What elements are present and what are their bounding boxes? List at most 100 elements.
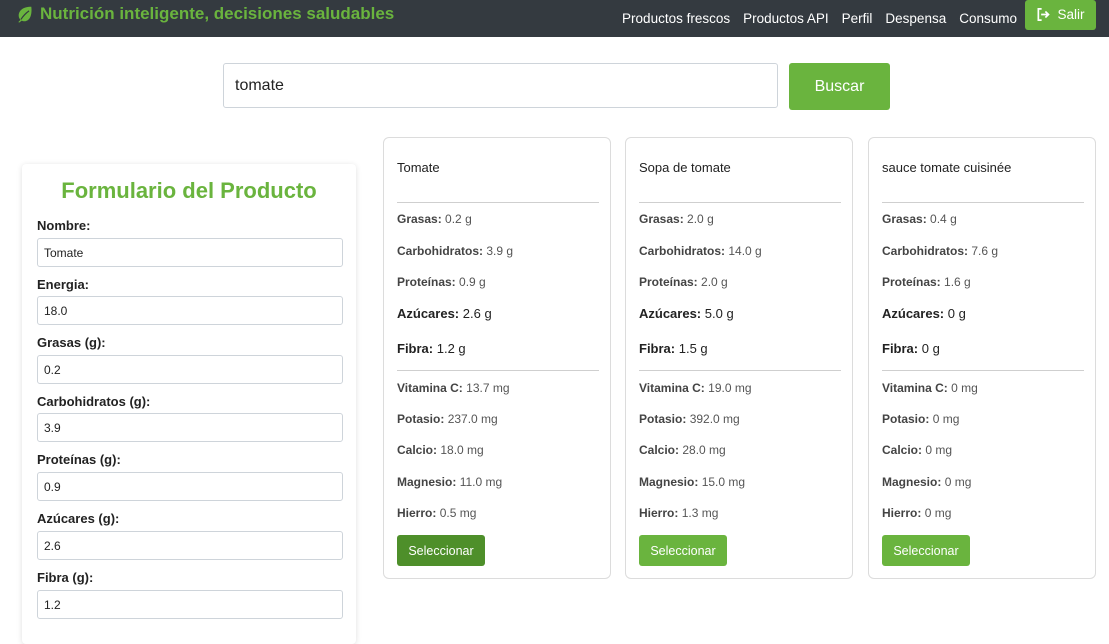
- leaf-icon: [18, 6, 32, 23]
- sugar-value: 5.0 g: [704, 306, 734, 321]
- vitamin-c-row-label: Vitamina C:: [882, 381, 948, 395]
- protein-row-label: Proteínas:: [639, 275, 698, 289]
- protein-value: 2.0 g: [701, 275, 728, 289]
- vitamin-c-value: 0 mg: [951, 381, 978, 395]
- search-input[interactable]: [223, 63, 778, 108]
- iron-value: 1.3 mg: [681, 506, 719, 520]
- magnesium-row: Magnesio: 15.0 mg: [639, 475, 745, 489]
- energy-field[interactable]: [37, 296, 343, 325]
- iron-row: Hierro: 0.5 mg: [397, 506, 476, 520]
- fat-row-label: Grasas:: [639, 212, 684, 226]
- protein-value: 1.6 g: [944, 275, 971, 289]
- fat-value: 0.4 g: [930, 212, 957, 226]
- form-title: Formulario del Producto: [61, 178, 317, 203]
- fiber-value: 1.5 g: [678, 341, 708, 356]
- magnesium-row-label: Magnesio:: [397, 475, 457, 489]
- iron-row-label: Hierro:: [882, 506, 922, 520]
- sugar-row-label: Azúcares:: [639, 306, 702, 321]
- nav-link-consumo[interactable]: Consumo: [959, 11, 1017, 26]
- magnesium-value: 11.0 mg: [459, 475, 503, 489]
- fiber-value: 1.2 g: [436, 341, 466, 356]
- navbar: Nutrición inteligente, decisiones saluda…: [0, 0, 1109, 37]
- search-button[interactable]: Buscar: [789, 63, 890, 110]
- potassium-row-label: Potasio:: [639, 412, 687, 426]
- carbs-field[interactable]: [37, 413, 343, 442]
- carbs-row-label: Carbohidratos:: [639, 244, 726, 258]
- protein-field[interactable]: [37, 472, 343, 501]
- nav-link-despensa[interactable]: Despensa: [885, 11, 946, 26]
- product-name: Sopa de tomate: [639, 160, 731, 175]
- logout-button[interactable]: Salir: [1025, 0, 1096, 30]
- fat-label: Grasas (g):: [37, 335, 106, 350]
- fat-row-label: Grasas:: [397, 212, 442, 226]
- brand-title: Nutrición inteligente, decisiones saluda…: [40, 4, 395, 23]
- fiber-row-label: Fibra:: [397, 341, 434, 356]
- nav-link-productos-api[interactable]: Productos API: [743, 11, 829, 26]
- calcium-value: 28.0 mg: [682, 443, 726, 457]
- potassium-value: 392.0 mg: [689, 412, 740, 426]
- name-field[interactable]: [37, 238, 343, 267]
- sugar-row: Azúcares: 5.0 g: [639, 306, 734, 321]
- protein-value: 0.9 g: [459, 275, 486, 289]
- brand[interactable]: Nutrición inteligente, decisiones saluda…: [16, 4, 394, 24]
- carbs-row: Carbohidratos: 14.0 g: [639, 244, 762, 258]
- select-button[interactable]: Seleccionar: [882, 535, 970, 566]
- vitamin-c-row: Vitamina C: 13.7 mg: [397, 381, 510, 395]
- fat-field[interactable]: [37, 355, 343, 384]
- select-button[interactable]: Seleccionar: [397, 535, 485, 566]
- fiber-value: 0 g: [921, 341, 940, 356]
- magnesium-row: Magnesio: 11.0 mg: [397, 475, 502, 489]
- sugar-row: Azúcares: 2.6 g: [397, 306, 492, 321]
- sugar-field[interactable]: [37, 531, 343, 560]
- magnesium-row-label: Magnesio:: [639, 475, 699, 489]
- vitamin-c-row: Vitamina C: 0 mg: [882, 381, 978, 395]
- iron-row: Hierro: 1.3 mg: [639, 506, 718, 520]
- fiber-row: Fibra: 1.5 g: [639, 341, 708, 356]
- sugar-row-label: Azúcares:: [397, 306, 460, 321]
- fat-row: Grasas: 2.0 g: [639, 212, 714, 226]
- iron-value: 0 mg: [924, 506, 952, 520]
- iron-row-label: Hierro:: [639, 506, 679, 520]
- sign-out-icon: [1037, 8, 1051, 21]
- potassium-row-label: Potasio:: [397, 412, 445, 426]
- potassium-value: 0 mg: [932, 412, 960, 426]
- calcium-row-label: Calcio:: [397, 443, 438, 457]
- product-card: sauce tomate cuisinée Grasas: 0.4 g Carb…: [868, 137, 1096, 579]
- nav-links: Productos frescos Productos API Perfil D…: [622, 0, 1109, 37]
- fat-value: 0.2 g: [445, 212, 472, 226]
- divider: [639, 202, 841, 203]
- potassium-value: 237.0 mg: [447, 412, 498, 426]
- fat-value: 2.0 g: [687, 212, 714, 226]
- magnesium-value: 15.0 mg: [701, 475, 746, 489]
- vitamin-c-row: Vitamina C: 19.0 mg: [639, 381, 752, 395]
- product-name: sauce tomate cuisinée: [882, 160, 1012, 175]
- carbs-row-label: Carbohidratos:: [882, 244, 969, 258]
- calcium-row-label: Calcio:: [882, 443, 923, 457]
- fiber-label: Fibra (g):: [37, 570, 94, 585]
- carbs-row-label: Carbohidratos:: [397, 244, 484, 258]
- divider: [639, 370, 841, 371]
- nav-link-perfil[interactable]: Perfil: [842, 11, 873, 26]
- divider: [397, 370, 599, 371]
- potassium-row: Potasio: 0 mg: [882, 412, 959, 426]
- carbs-value: 14.0 g: [728, 244, 762, 258]
- divider: [882, 202, 1084, 203]
- protein-row: Proteínas: 1.6 g: [882, 275, 971, 289]
- select-button[interactable]: Seleccionar: [639, 535, 727, 566]
- product-card: Tomate Grasas: 0.2 g Carbohidratos: 3.9 …: [383, 137, 611, 579]
- logout-label: Salir: [1057, 7, 1085, 22]
- vitamin-c-row-label: Vitamina C:: [639, 381, 705, 395]
- calcium-row: Calcio: 28.0 mg: [639, 443, 726, 457]
- sugar-row-label: Azúcares:: [882, 306, 945, 321]
- nav-link-productos-frescos[interactable]: Productos frescos: [622, 11, 730, 26]
- iron-value: 0.5 mg: [439, 506, 477, 520]
- iron-row-label: Hierro:: [397, 506, 437, 520]
- fiber-field[interactable]: [37, 590, 343, 619]
- calcium-row-label: Calcio:: [639, 443, 680, 457]
- carbs-value: 7.6 g: [971, 244, 999, 258]
- fat-row-label: Grasas:: [882, 212, 927, 226]
- divider: [397, 202, 599, 203]
- fiber-row: Fibra: 0 g: [882, 341, 940, 356]
- protein-row: Proteínas: 0.9 g: [397, 275, 486, 289]
- calcium-value: 0 mg: [925, 443, 953, 457]
